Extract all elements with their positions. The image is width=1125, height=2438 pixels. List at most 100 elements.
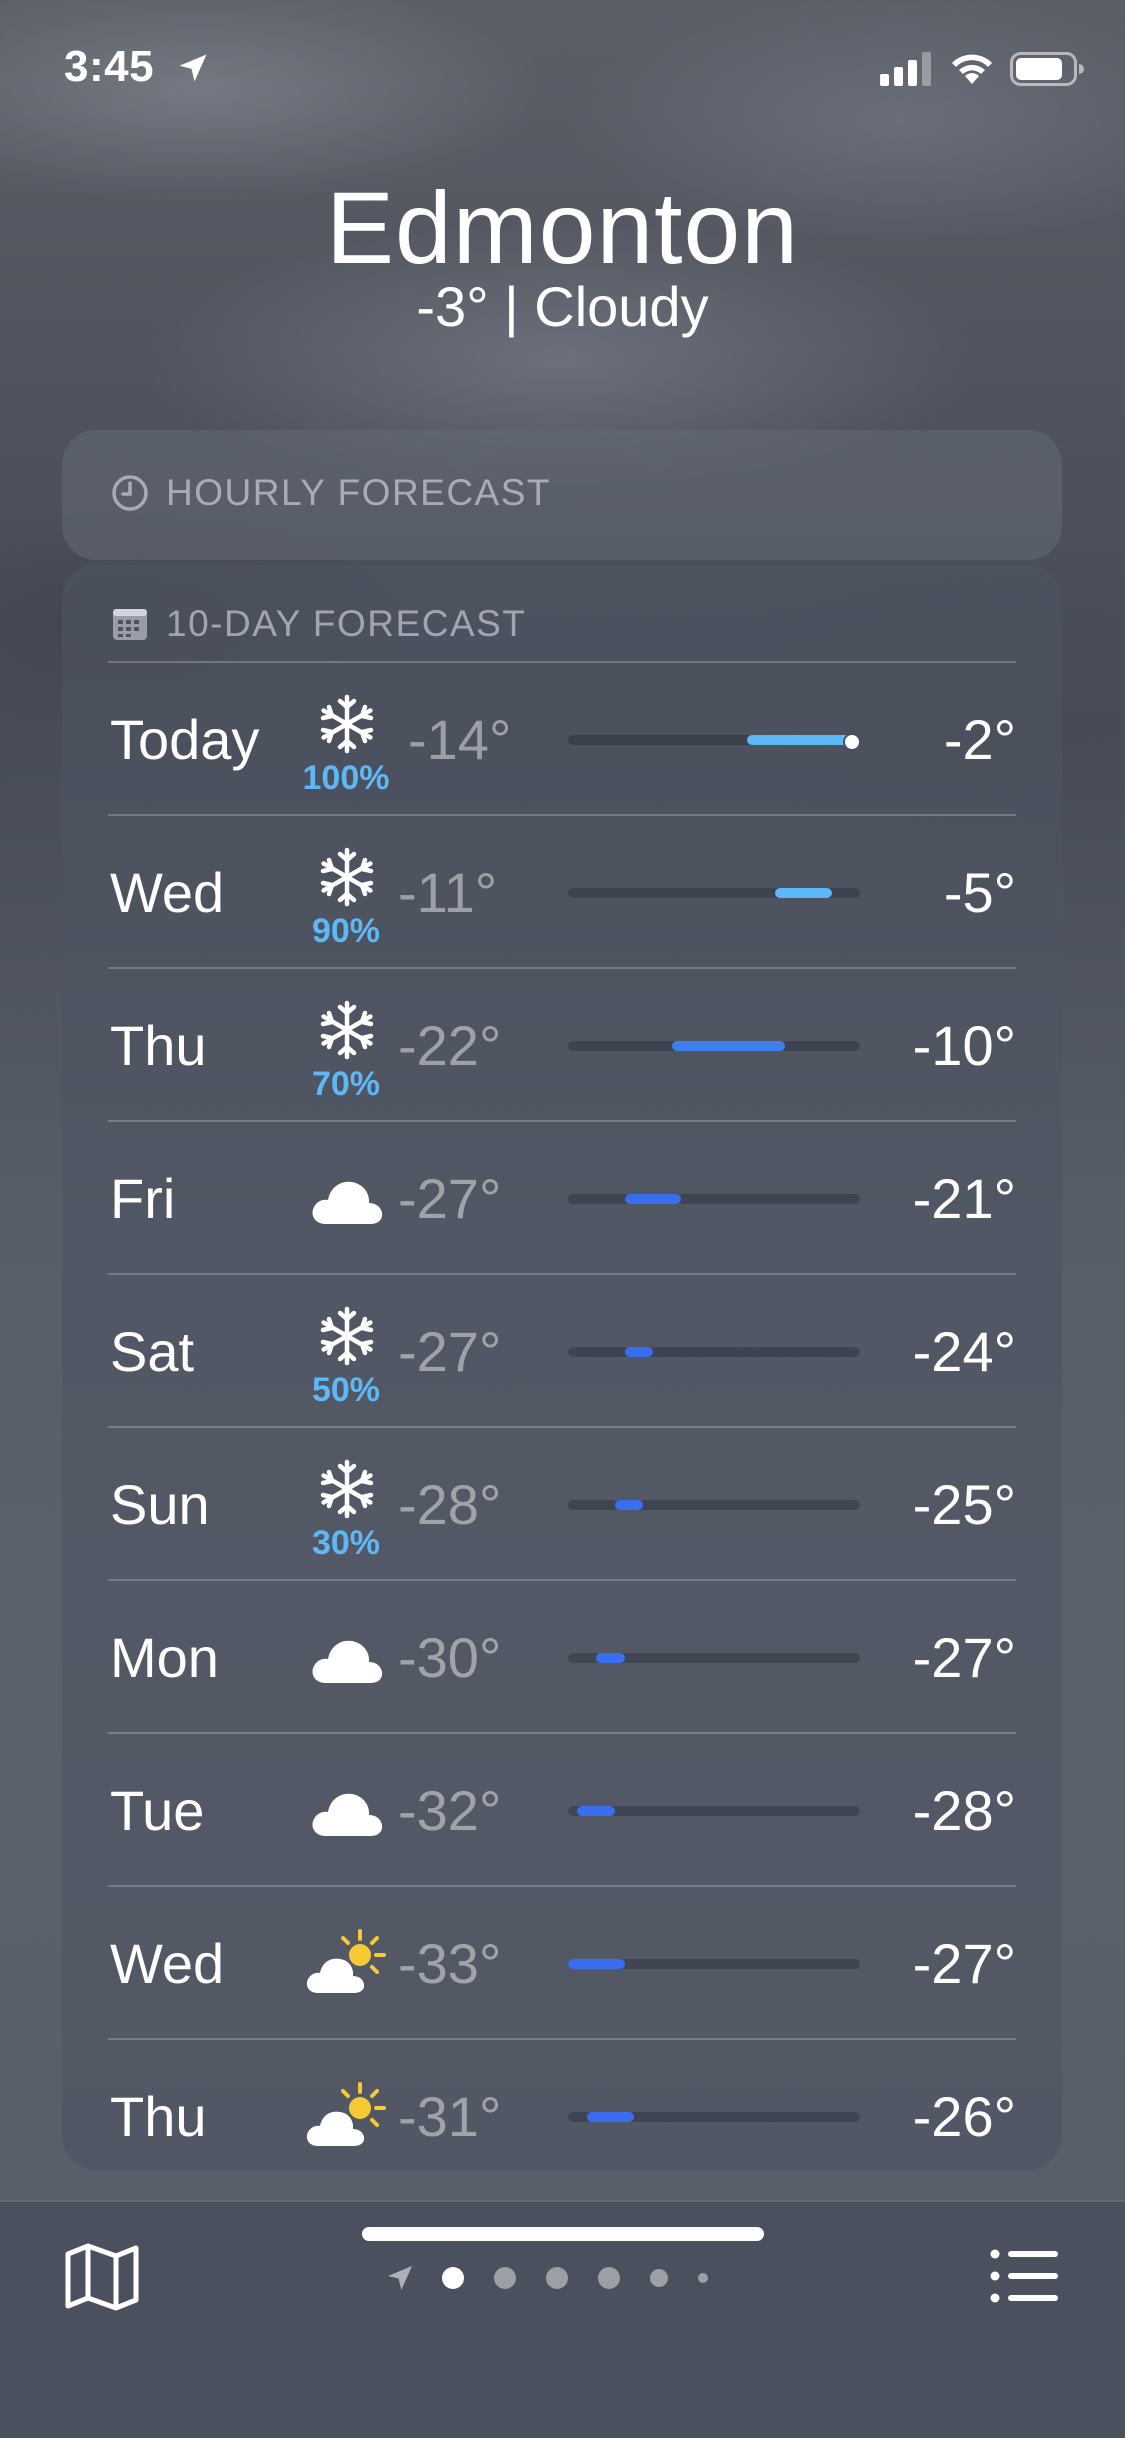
snowflake-icon	[320, 694, 374, 754]
high-temperature: -2°	[943, 708, 1016, 771]
high-temperature: -10°	[912, 1014, 1016, 1077]
cloud-sun-icon	[306, 1929, 386, 1993]
temperature-range-fill	[671, 1041, 785, 1051]
page-indicator[interactable]	[384, 2262, 738, 2294]
temperature-range-bar	[568, 1959, 860, 1969]
forecast-day: Thu	[110, 1014, 207, 1077]
low-temperature: -27°	[398, 1320, 502, 1383]
low-temperature: -22°	[398, 1014, 502, 1077]
low-temperature: -33°	[398, 1932, 502, 1995]
forecast-condition: 50%	[286, 1297, 406, 1409]
temperature-range-bar	[568, 2112, 860, 2122]
forecast-row[interactable]: Wed -33° -27°	[108, 1885, 1016, 2038]
forecast-row[interactable]: Tue -32° -28°	[108, 1732, 1016, 1885]
cellular-signal-icon	[880, 52, 931, 86]
forecast-condition: 100%	[286, 685, 406, 797]
high-temperature: -27°	[912, 1626, 1016, 1689]
ten-day-forecast-title: 10-DAY FORECAST	[166, 603, 527, 644]
temperature-range-fill	[615, 1500, 644, 1510]
forecast-condition: 70%	[286, 991, 406, 1103]
temperature-range-bar	[568, 1347, 860, 1357]
forecast-condition	[286, 1603, 406, 1713]
page-dot-current	[442, 2267, 464, 2289]
forecast-day: Wed	[110, 861, 225, 924]
forecast-day: Sun	[110, 1473, 210, 1536]
high-temperature: -27°	[912, 1932, 1016, 1995]
forecast-condition: 90%	[286, 838, 406, 950]
map-icon[interactable]	[64, 2242, 140, 2312]
cloud-icon	[312, 1640, 383, 1683]
clock-icon	[112, 475, 148, 511]
forecast-condition	[286, 1909, 406, 2019]
calendar-icon	[113, 609, 147, 640]
precipitation-chance: 30%	[311, 1524, 381, 1562]
snowflake-icon	[320, 1459, 374, 1519]
high-temperature: -5°	[943, 861, 1016, 924]
forecast-condition	[286, 2062, 406, 2172]
hourly-forecast-card[interactable]: HOURLY FORECAST	[62, 430, 1062, 560]
low-temperature: -14°	[408, 708, 512, 771]
current-temperature-dot	[842, 733, 861, 751]
temperature-range-fill	[586, 2112, 634, 2122]
low-temperature: -31°	[398, 2085, 502, 2148]
forecast-row[interactable]: Wed 90% -11° -5°	[108, 814, 1016, 967]
forecast-day: Tue	[110, 1779, 205, 1842]
page-dot	[598, 2267, 620, 2289]
forecast-row[interactable]: Sat 50% -27° -24°	[108, 1273, 1016, 1426]
high-temperature: -28°	[912, 1779, 1016, 1842]
forecast-row[interactable]: Mon -30° -27°	[108, 1579, 1016, 1732]
snowflake-icon	[320, 1000, 374, 1060]
temperature-range-fill	[596, 1653, 625, 1663]
temperature-range-fill	[624, 1194, 682, 1204]
temperature-range-bar	[568, 888, 860, 898]
forecast-day: Sat	[110, 1320, 195, 1383]
page-dot	[494, 2267, 516, 2289]
temperature-range-fill	[568, 1959, 625, 1969]
low-temperature: -27°	[398, 1167, 502, 1230]
forecast-row[interactable]: Today 100% -14° -2°	[108, 661, 1016, 814]
temperature-range-bar	[568, 1194, 860, 1204]
temperature-range-bar	[568, 1500, 860, 1510]
forecast-day: Fri	[110, 1167, 176, 1230]
high-temperature: -24°	[912, 1320, 1016, 1383]
precipitation-chance: 90%	[311, 912, 381, 950]
forecast-day: Today	[110, 708, 260, 771]
low-temperature: -11°	[398, 861, 498, 924]
status-time: 3:45	[64, 42, 155, 91]
forecast-day: Mon	[110, 1626, 219, 1689]
low-temperature: -28°	[398, 1473, 502, 1536]
precipitation-chance: 70%	[311, 1065, 381, 1103]
home-indicator[interactable]	[362, 2227, 764, 2241]
high-temperature: -21°	[912, 1167, 1016, 1230]
location-arrow-icon	[179, 54, 207, 82]
forecast-row[interactable]: Fri -27° -21°	[108, 1120, 1016, 1273]
temperature-range-bar	[568, 1653, 860, 1663]
temperature-range-bar	[568, 1041, 860, 1051]
temperature-range-bar	[568, 1806, 860, 1816]
forecast-condition	[286, 1756, 406, 1866]
snowflake-icon	[320, 847, 374, 907]
forecast-list: Today 100% -14° -2° Wed 90% -11° -5° Thu…	[108, 661, 1016, 2191]
wifi-icon	[952, 54, 992, 84]
temperature-range-fill	[577, 1806, 616, 1816]
location-arrow-icon	[388, 2266, 412, 2290]
low-temperature: -30°	[398, 1626, 502, 1689]
page-dot	[546, 2267, 568, 2289]
forecast-condition	[286, 1144, 406, 1254]
precipitation-chance: 50%	[311, 1371, 381, 1409]
temperature-range-fill	[775, 888, 832, 898]
cloud-icon	[312, 1793, 383, 1836]
ten-day-forecast-card[interactable]: 10-DAY FORECAST Today 100% -14° -2° Wed …	[62, 565, 1062, 2170]
snowflake-icon	[320, 1306, 374, 1366]
battery-icon	[1010, 52, 1084, 86]
forecast-row[interactable]: Sun 30% -28° -25°	[108, 1426, 1016, 1579]
current-summary: -3° | Cloudy	[416, 275, 709, 338]
list-icon[interactable]	[990, 2248, 1060, 2304]
precipitation-chance: 100%	[302, 759, 390, 797]
city-name: Edmonton	[326, 171, 799, 285]
forecast-row[interactable]: Thu 70% -22° -10°	[108, 967, 1016, 1120]
cloud-sun-icon	[306, 2082, 386, 2146]
forecast-row[interactable]: Thu -31° -26°	[108, 2038, 1016, 2191]
temperature-range-fill	[624, 1347, 653, 1357]
cloud-icon	[312, 1181, 383, 1224]
